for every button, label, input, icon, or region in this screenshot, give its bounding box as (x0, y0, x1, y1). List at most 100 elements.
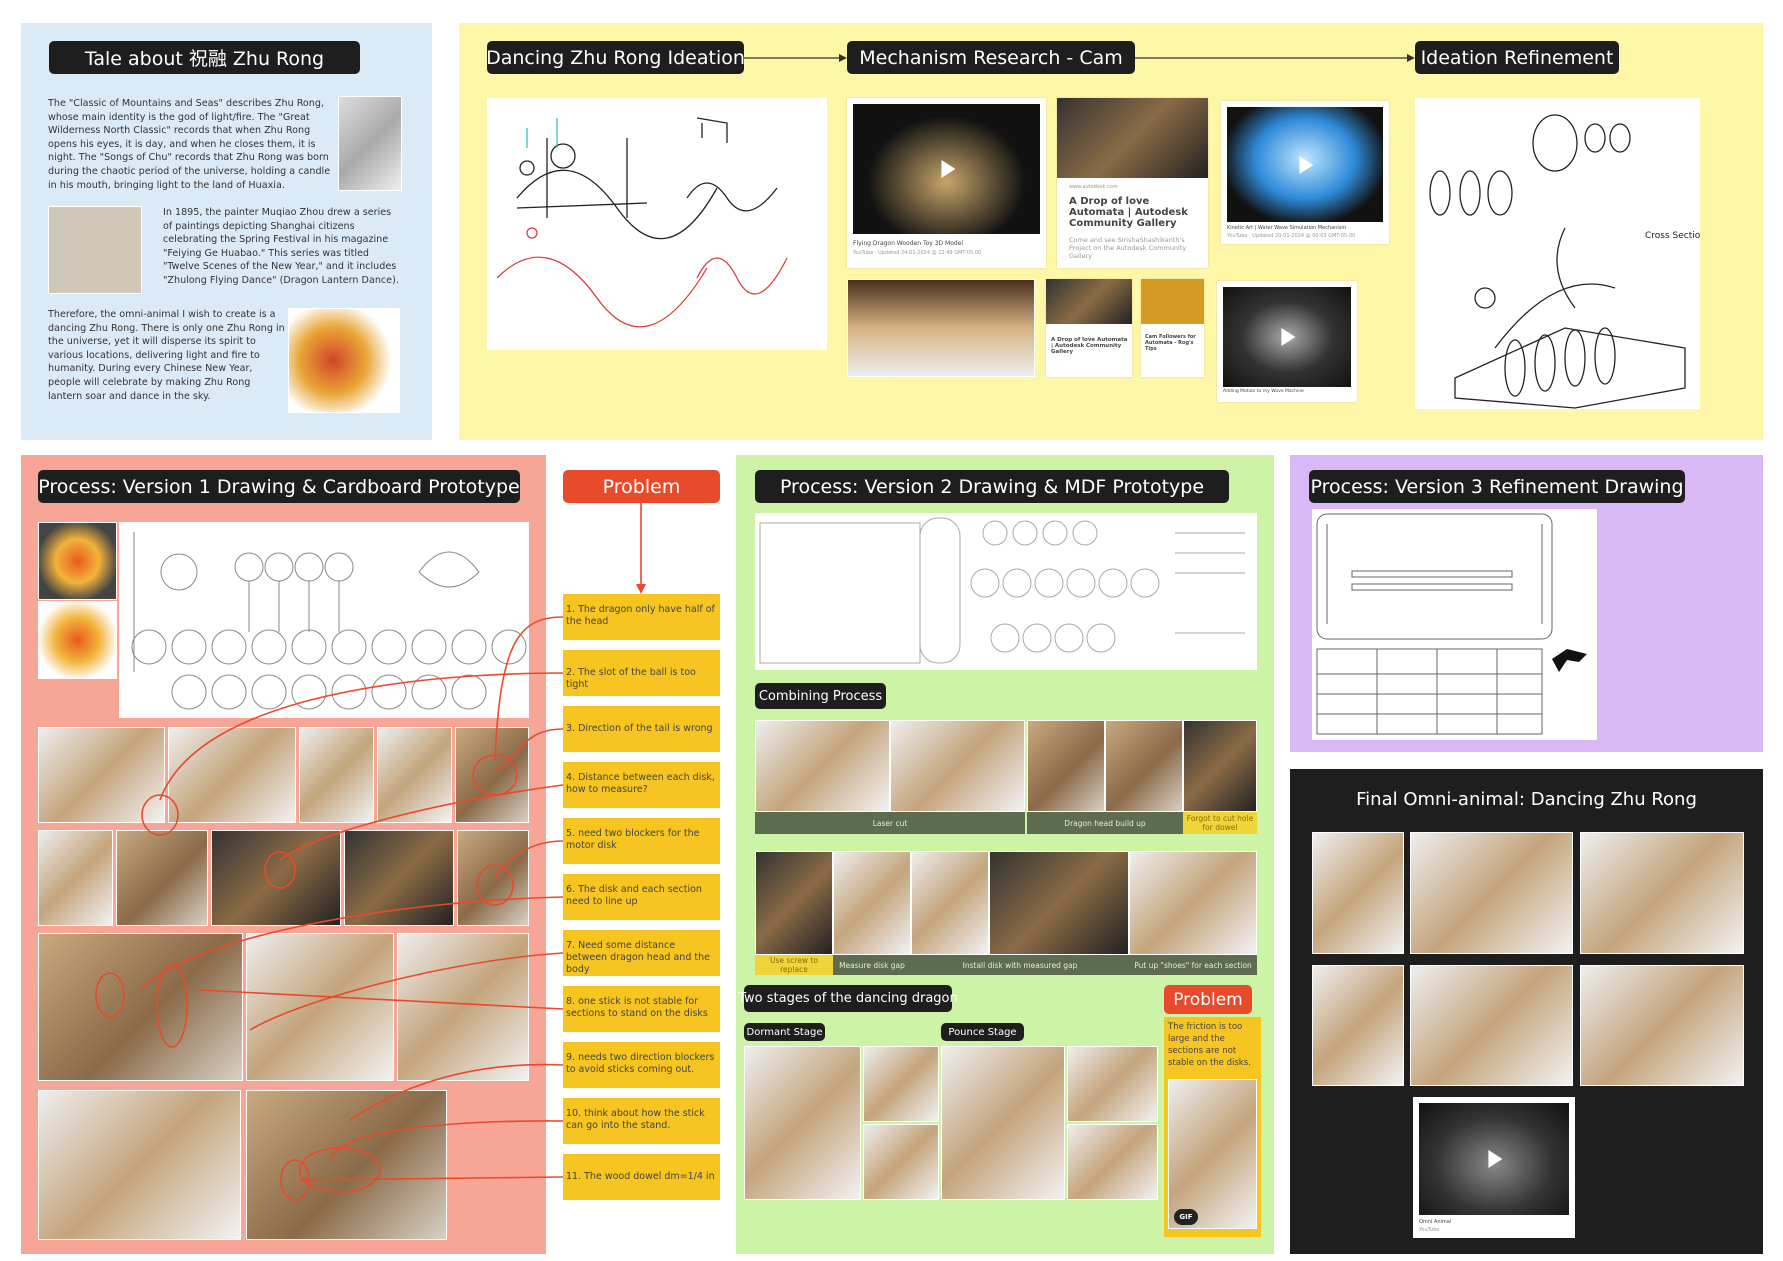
card-title: A Drop of love Automata | Autodesk Commu… (1069, 196, 1188, 229)
automata-image (847, 279, 1035, 377)
problem-note-3: 3. Direction of the tail is wrong (563, 706, 720, 752)
prototype-photo (457, 830, 529, 926)
play-icon[interactable] (1488, 1150, 1503, 1168)
caption-shoes: Put up "shoes" for each section (1129, 955, 1257, 975)
version3-drawing (1312, 509, 1597, 740)
card-title: Flying Dragon Wooden Toy 3D Model (853, 240, 964, 247)
version3-panel: Process: Version 3 Refinement Drawing (1290, 455, 1763, 752)
v2-problem-note: The friction is too large and the sectio… (1164, 1017, 1261, 1237)
final-photo (1410, 965, 1573, 1086)
pounce-photo (1067, 1046, 1158, 1122)
prototype-photo (38, 1090, 241, 1240)
shoes-photo (1129, 851, 1257, 955)
laser-cut-photo (755, 720, 890, 812)
tale-paragraph-3: Therefore, the omni-animal I wish to cre… (48, 309, 285, 402)
link-card-cam-followers[interactable]: Cam Followers for Automata - Rog's Tips (1141, 279, 1204, 377)
final-video-subtitle: YouTube (1419, 1227, 1440, 1233)
version2-title: Process: Version 2 Drawing & MDF Prototy… (755, 470, 1229, 503)
link-card-autodesk-small[interactable]: A Drop of love Automata | Autodesk Commu… (1046, 279, 1132, 377)
final-photo (1410, 832, 1573, 954)
problem-header: Problem (563, 470, 720, 503)
final-photo (1312, 832, 1404, 954)
video-card-wave-machine[interactable]: Adding Motion to my Wave Machine (1217, 281, 1357, 402)
card-subtitle: YouTube · Updated 20-01-2024 @ 00:03 GMT… (1227, 233, 1356, 239)
prototype-photo (397, 933, 529, 1081)
prototype-photo (168, 727, 296, 823)
dormant-stage-label: Dormant Stage (744, 1023, 825, 1041)
ideation-sketch (487, 98, 827, 350)
pounce-photo (941, 1046, 1065, 1200)
problem-note-8: 8. one stick is not stable for sections … (563, 986, 720, 1032)
tale-title: Tale about 祝融 Zhu Rong (49, 41, 360, 74)
pounce-photo (1067, 1124, 1158, 1200)
version1-panel: Process: Version 1 Drawing & Cardboard P… (21, 455, 546, 1254)
problem-note-10: 10. think about how the stick can go int… (563, 1098, 720, 1144)
prototype-photo (299, 727, 374, 823)
install-photo (989, 851, 1129, 955)
dormant-photo (863, 1124, 939, 1200)
v2-problem-text: The friction is too large and the sectio… (1168, 1022, 1251, 1068)
zhu-rong-cartoon (288, 308, 400, 413)
final-video-title: Omni Animal (1419, 1219, 1452, 1225)
tale-panel: Tale about 祝融 Zhu Rong The "Classic of M… (21, 23, 432, 440)
final-title: Final Omni-animal: Dancing Zhu Rong (1356, 789, 1697, 810)
refinement-sketch: Cross Section (1415, 98, 1706, 409)
final-photo (1580, 965, 1744, 1086)
v2-problem-header: Problem (1164, 985, 1252, 1014)
prototype-photo (116, 830, 208, 926)
dormant-photo (744, 1046, 861, 1200)
final-photo (1312, 965, 1404, 1086)
prototype-photo (38, 830, 113, 926)
version2-panel: Process: Version 2 Drawing & MDF Prototy… (736, 455, 1274, 1254)
prototype-photo (38, 727, 165, 823)
card-title: Cam Followers for Automata - Rog's Tips (1145, 334, 1196, 352)
prototype-photo (344, 830, 454, 926)
prototype-photo (377, 727, 452, 823)
version2-drawing (755, 513, 1257, 670)
problem-note-11: 11. The wood dowel dm=1/4 in (563, 1154, 720, 1200)
pounce-stage-label: Pounce Stage (941, 1023, 1024, 1041)
dowel-photo (1183, 720, 1257, 812)
tale-paragraph-2: In 1895, the painter Muqiao Zhou drew a … (163, 207, 399, 286)
screw-photo (755, 851, 833, 955)
dragon-head-image (38, 522, 117, 600)
dormant-photo (863, 1046, 939, 1122)
play-icon[interactable] (1299, 155, 1314, 174)
link-card-autodesk[interactable]: www.autodesk.com A Drop of love Automata… (1057, 98, 1208, 268)
cross-section-note: Cross Section (1645, 231, 1700, 241)
install-photo (911, 851, 989, 955)
play-icon[interactable] (1281, 328, 1296, 346)
video-card-water-wave[interactable]: Kinetic Art | Water Wave Simulation Mech… (1221, 101, 1389, 244)
version3-title: Process: Version 3 Refinement Drawing (1309, 470, 1685, 503)
problem-note-7: 7. Need some distance between dragon hea… (563, 930, 720, 976)
measure-photo (833, 851, 911, 955)
caption-dragon-head: Dragon head build up (1027, 812, 1183, 834)
prototype-photo (455, 727, 529, 823)
problem-note-6: 6. The disk and each section need to lin… (563, 874, 720, 920)
version1-drawing (119, 522, 529, 718)
tale-paragraph-1: The "Classic of Mountains and Seas" desc… (48, 98, 331, 191)
laser-cut-photo (890, 720, 1025, 812)
card-title: Kinetic Art | Water Wave Simulation Mech… (1227, 225, 1347, 231)
flow-arrows (744, 54, 1415, 62)
caption-forgot-hole: Forgot to cut hole for dowel (1183, 812, 1257, 834)
prototype-photo (246, 933, 394, 1081)
friction-gif[interactable] (1168, 1079, 1257, 1229)
final-panel: Final Omni-animal: Dancing Zhu Rong Omni… (1290, 769, 1763, 1254)
dragon-head-image (38, 601, 117, 679)
dragon-head-photo (1027, 720, 1105, 812)
ideation-panel: Dancing Zhu Rong Ideation Mechanism Rese… (459, 23, 1763, 440)
gif-badge: GIF (1174, 1209, 1198, 1225)
card-title: Adding Motion to my Wave Machine (1223, 389, 1304, 394)
play-icon[interactable] (940, 160, 955, 178)
card-subtitle: Come and see SirishaShashikanth's Projec… (1069, 236, 1187, 260)
prototype-photo (211, 830, 341, 926)
video-card-flying-dragon[interactable]: Flying Dragon Wooden Toy 3D Model YouTub… (847, 98, 1046, 268)
card-subtitle: YouTube · Updated 24-01-2024 @ 22:49 GMT… (853, 250, 982, 256)
zhu-rong-illustration (338, 96, 402, 191)
problem-note-9: 9. needs two direction blockers to avoid… (563, 1042, 720, 1088)
final-photo (1580, 832, 1744, 954)
dragon-lantern-painting (48, 206, 142, 294)
final-video-card[interactable]: Omni Animal YouTube (1413, 1097, 1575, 1238)
caption-measure: Measure disk gap (833, 955, 911, 975)
